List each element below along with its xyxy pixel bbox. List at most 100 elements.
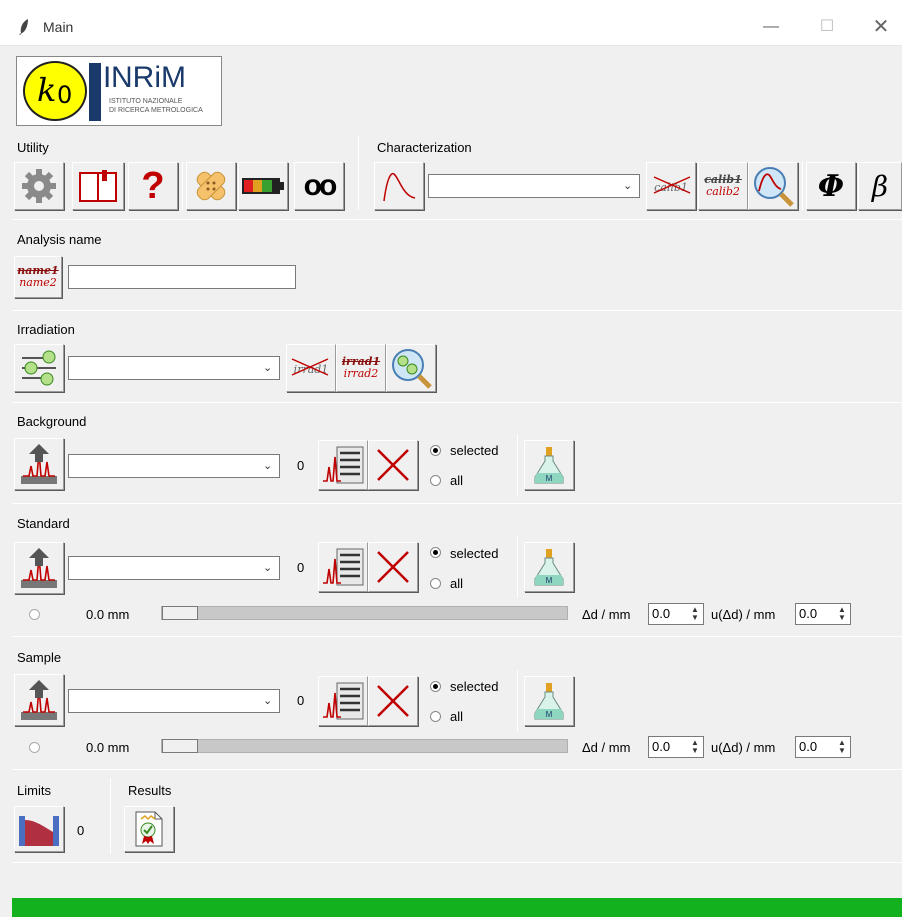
feather-icon <box>19 19 28 35</box>
beta-icon: β <box>871 169 889 203</box>
standard-add-button[interactable] <box>14 542 64 594</box>
standard-radio-all[interactable] <box>430 578 441 589</box>
battery-icon <box>242 178 284 194</box>
divider-4 <box>12 503 902 504</box>
standard-udd-spinbox[interactable]: 0.0 ▲ ▼ <box>795 603 851 625</box>
irradiation-add-button[interactable] <box>14 344 64 392</box>
sample-radio-selected[interactable] <box>430 681 441 692</box>
remove-irradiation-button[interactable]: irrad1 <box>286 344 336 392</box>
standard-udd-value: 0.0 <box>799 606 818 621</box>
curve-icon <box>383 172 416 202</box>
flux-button[interactable]: Φ <box>806 162 856 210</box>
spectrum-upload-icon <box>21 548 57 588</box>
sample-separator <box>517 670 518 732</box>
svg-text:M: M <box>546 576 553 585</box>
standard-distance-value: 0.0 mm <box>86 607 130 622</box>
irradiation-select[interactable]: ⌄ <box>68 356 280 380</box>
remove-calib-button[interactable]: calib1 <box>646 162 696 210</box>
flask-m: M <box>546 474 553 483</box>
characterization-select[interactable]: ⌄ <box>428 174 640 198</box>
ko-logo-icon: k 0 <box>23 61 87 121</box>
sample-select[interactable]: ⌄ <box>68 689 280 713</box>
spin-arrows-icon[interactable]: ▲ ▼ <box>836 739 848 755</box>
maximize-button[interactable]: ☐ <box>812 12 842 42</box>
background-material-button[interactable]: M <box>524 440 574 490</box>
limits-icon <box>19 816 59 846</box>
background-radio-selected[interactable] <box>430 445 441 456</box>
results-button[interactable] <box>124 806 174 852</box>
sample-udd-spinbox[interactable]: 0.0 ▲ ▼ <box>795 736 851 758</box>
background-select[interactable]: ⌄ <box>68 454 280 478</box>
sample-distance-radio[interactable] <box>29 742 40 753</box>
x-icon <box>377 685 409 717</box>
divider-5 <box>12 636 902 637</box>
sample-dd-label: Δd / mm <box>582 740 631 755</box>
standard-distance-radio[interactable] <box>29 609 40 620</box>
spin-arrows-icon[interactable]: ▲ ▼ <box>689 739 701 755</box>
background-radio-selected-label: selected <box>450 443 499 458</box>
standard-dd-spinbox[interactable]: 0.0 ▲ ▼ <box>648 603 704 625</box>
background-separator <box>517 434 518 496</box>
flask-icon: M <box>534 447 564 484</box>
sample-slider-thumb[interactable] <box>162 739 198 753</box>
standard-radio-selected[interactable] <box>430 547 441 558</box>
settings-button[interactable] <box>14 162 64 210</box>
bandage-button[interactable] <box>186 162 236 210</box>
sample-label: Sample <box>17 650 62 665</box>
chevron-down-icon: ⌄ <box>263 695 273 707</box>
char-separator <box>802 162 803 210</box>
sample-slider[interactable] <box>161 739 568 753</box>
analysis-name-input[interactable] <box>68 265 296 289</box>
divider-6 <box>12 769 902 770</box>
divider-7 <box>12 862 902 863</box>
standard-peaklist-button[interactable] <box>318 542 368 592</box>
standard-slider-thumb[interactable] <box>162 606 198 620</box>
close-button[interactable]: ✕ <box>866 12 896 42</box>
manual-button[interactable] <box>72 162 124 210</box>
certificate-icon <box>135 811 163 847</box>
utility-separator-1 <box>182 162 183 210</box>
battery-button[interactable] <box>238 162 288 210</box>
background-radio-all[interactable] <box>430 475 441 486</box>
irradiation-label: Irradiation <box>17 322 75 337</box>
sample-dd-value: 0.0 <box>652 739 671 754</box>
standard-material-button[interactable]: M <box>524 542 574 592</box>
glasses-button[interactable]: oo <box>294 162 344 210</box>
standard-dd-value: 0.0 <box>652 606 671 621</box>
help-button[interactable]: ? <box>128 162 178 210</box>
background-delete-button[interactable] <box>368 440 418 490</box>
sample-add-button[interactable] <box>14 674 64 726</box>
bandage-icon <box>196 171 226 201</box>
sample-dd-spinbox[interactable]: 0.0 ▲ ▼ <box>648 736 704 758</box>
sample-delete-button[interactable] <box>368 676 418 726</box>
spin-arrows-icon[interactable]: ▲ ▼ <box>836 606 848 622</box>
rename-irradiation-button[interactable]: irrad1 irrad2 <box>336 344 386 392</box>
calib-inspect-button[interactable] <box>748 162 798 210</box>
peaklist-icon <box>323 682 364 720</box>
peaklist-icon <box>323 446 364 484</box>
standard-select[interactable]: ⌄ <box>68 556 280 580</box>
characterization-curve-button[interactable] <box>374 162 424 210</box>
chevron-down-icon: ⌄ <box>623 180 633 192</box>
ko-logo-sub: 0 <box>57 81 73 109</box>
background-peaklist-button[interactable] <box>318 440 368 490</box>
standard-radio-all-label: all <box>450 576 464 591</box>
standard-slider[interactable] <box>161 606 568 620</box>
minimize-button[interactable]: — <box>756 12 786 42</box>
utility-separator-2 <box>358 136 359 210</box>
limits-button[interactable] <box>14 806 64 852</box>
sample-peaklist-button[interactable] <box>318 676 368 726</box>
spectrum-upload-icon <box>21 680 57 720</box>
irradiation-inspect-button[interactable] <box>386 344 436 392</box>
sample-material-button[interactable]: M <box>524 676 574 726</box>
spin-arrows-icon[interactable]: ▲ ▼ <box>689 606 701 622</box>
background-add-button[interactable] <box>14 438 64 490</box>
beta-button[interactable]: β <box>858 162 902 210</box>
standard-delete-button[interactable] <box>368 542 418 592</box>
irrad2-text: irrad2 <box>343 367 379 380</box>
sample-radio-all[interactable] <box>430 711 441 722</box>
standard-udd-label: u(Δd) / mm <box>711 607 776 622</box>
rename-calib-button[interactable]: calib1 calib2 <box>698 162 748 210</box>
rename-analysis-button[interactable]: name1 name2 <box>14 256 62 298</box>
divider-2 <box>12 310 902 311</box>
